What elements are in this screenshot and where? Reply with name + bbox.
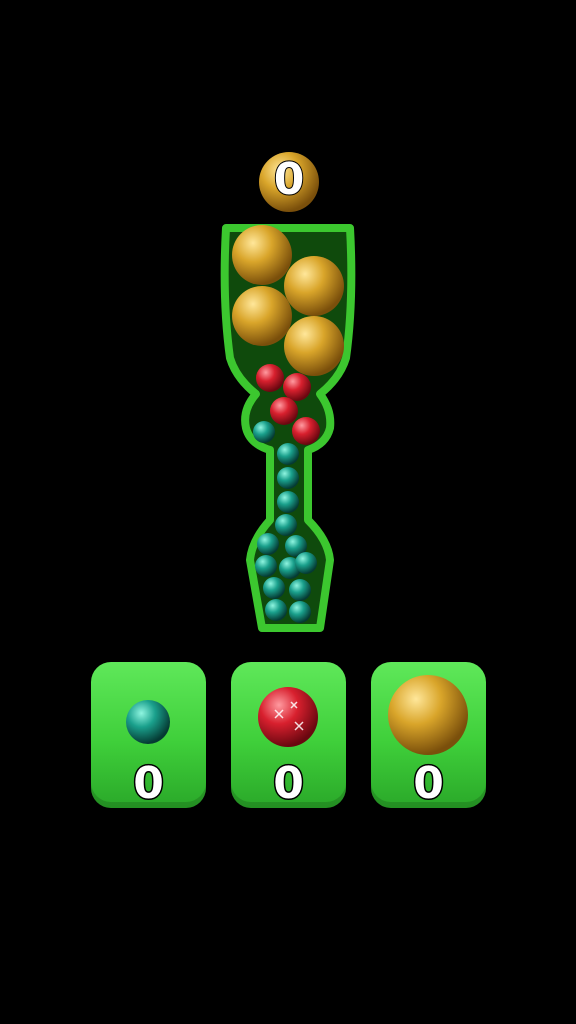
bin-gold-count: 0	[412, 757, 446, 811]
bin-red[interactable]: 0	[231, 662, 346, 811]
bin-red-count: 0	[272, 757, 306, 811]
bin-gold[interactable]: 0	[371, 662, 486, 811]
bin-teal[interactable]: 0	[91, 662, 206, 811]
bottle-container[interactable]	[0, 0, 576, 1024]
bin-teal-count: 0	[132, 757, 166, 811]
game-stage: 0 0 0 0	[0, 0, 576, 1024]
